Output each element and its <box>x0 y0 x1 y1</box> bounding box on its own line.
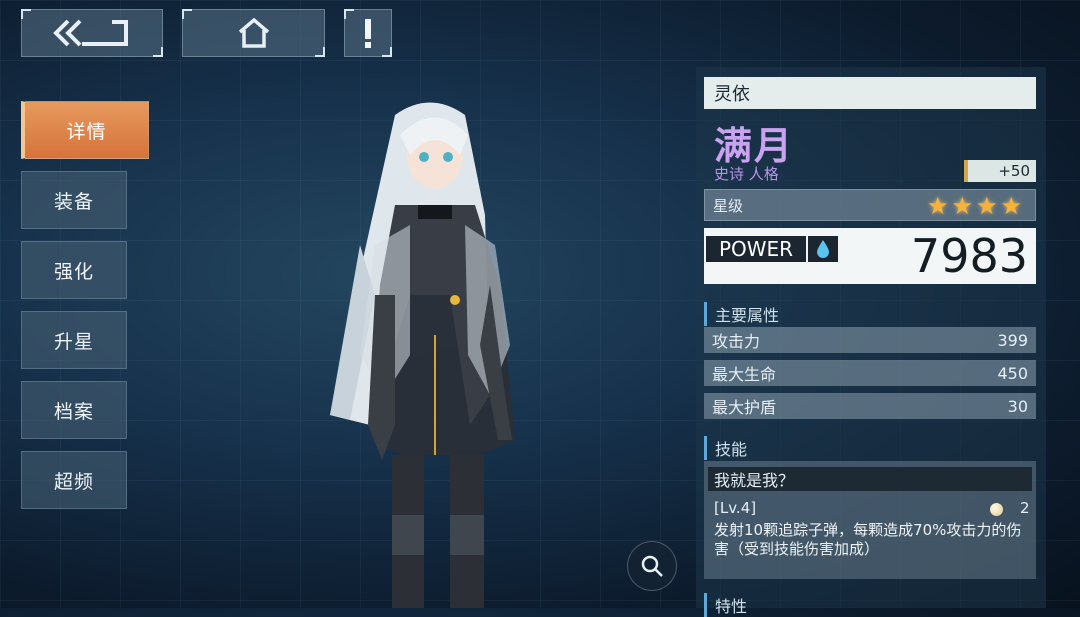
star-rating: ★★★★ <box>927 192 1025 220</box>
power-value: 7983 <box>910 229 1028 283</box>
rarity-label: 史诗 人格 <box>714 165 779 183</box>
attribute-value: 399 <box>997 330 1028 350</box>
skill-name: 我就是我？ <box>708 467 1032 491</box>
sidebar-item-label: 超频 <box>53 470 94 493</box>
skill-cost: 2 <box>1020 499 1030 517</box>
sidebar-item-details[interactable]: 详情 <box>21 101 149 159</box>
sidebar-item-label: 详情 <box>66 120 107 143</box>
sidebar-item-label: 强化 <box>53 260 94 283</box>
character-illustration <box>330 102 515 608</box>
star-icon: ★ <box>926 192 952 220</box>
bonus-badge: +50 <box>964 160 1036 182</box>
skill-description: 发射10颗追踪子弹，每颗造成70%攻击力的伤害（受到技能伤害加成） <box>714 521 1022 558</box>
alert-button[interactable] <box>344 9 392 57</box>
attribute-value: 450 <box>997 363 1028 383</box>
star-level-label: 星级 <box>713 196 744 215</box>
sidebar-item-label: 装备 <box>53 190 94 213</box>
star-icon: ★ <box>1000 192 1025 220</box>
home-button[interactable] <box>182 9 325 57</box>
attribute-label: 攻击力 <box>712 332 761 351</box>
sidebar-item-overclock[interactable]: 超频 <box>21 451 127 509</box>
exclamation-icon <box>365 19 371 48</box>
attribute-row-attack: 攻击力 399 <box>704 327 1036 353</box>
energy-orb-icon <box>990 503 1003 516</box>
skill-card[interactable]: 我就是我？ [Lv.4] 2 发射10颗追踪子弹，每颗造成70%攻击力的伤害（受… <box>704 461 1036 579</box>
power-label: POWER <box>706 236 806 262</box>
skill-header: 技能 <box>704 436 747 460</box>
water-drop-icon <box>808 236 838 262</box>
skill-level: [Lv.4] <box>714 499 757 517</box>
star-level-row: 星级 ★★★★ <box>704 189 1036 221</box>
attribute-label: 最大护盾 <box>712 398 777 417</box>
attribute-row-max-hp: 最大生命 450 <box>704 360 1036 386</box>
sidebar-item-profile[interactable]: 档案 <box>21 381 127 439</box>
sidebar-item-label: 档案 <box>53 400 94 423</box>
power-box: POWER 7983 <box>704 228 1036 284</box>
sidebar-item-label: 升星 <box>53 330 94 353</box>
back-arrow-icon <box>53 19 128 47</box>
attribute-value: 30 <box>1007 396 1028 416</box>
back-button[interactable] <box>21 9 163 57</box>
traits-header: 特性 <box>704 593 747 617</box>
sidebar-item-equipment[interactable]: 装备 <box>21 171 127 229</box>
star-icon: ★ <box>951 192 976 220</box>
attribute-label: 最大生命 <box>712 365 777 384</box>
attributes-header: 主要属性 <box>704 302 779 326</box>
magnifier-icon <box>641 555 663 577</box>
sidebar-item-star-up[interactable]: 升星 <box>21 311 127 369</box>
character-info-panel: 灵依 满月 史诗 人格 +50 星级 ★★★★ POWER 7983 主要属性 … <box>696 67 1046 617</box>
home-icon <box>238 17 269 48</box>
sidebar-item-enhance[interactable]: 强化 <box>21 241 127 299</box>
attribute-row-max-shield: 最大护盾 30 <box>704 393 1036 419</box>
zoom-button[interactable] <box>627 541 677 591</box>
character-name: 灵依 <box>704 77 1036 109</box>
star-icon: ★ <box>975 192 1001 220</box>
character-title: 满月 <box>714 124 795 168</box>
